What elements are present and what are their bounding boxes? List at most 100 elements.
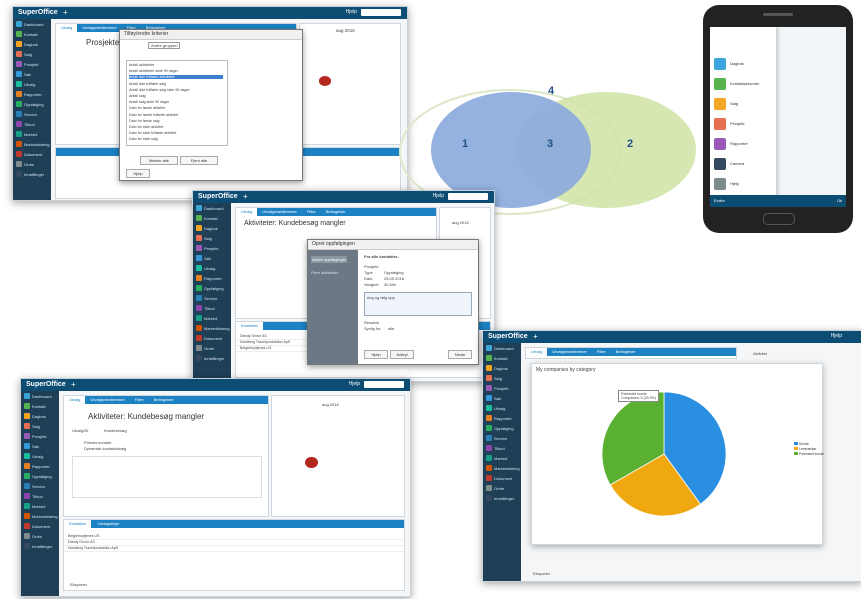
sidebar-item[interactable]: Dagbok xyxy=(15,40,49,49)
criteria-item[interactable]: Antall aktiviteter siste 90 dager xyxy=(129,69,178,73)
criteria-item[interactable]: Antall salg xyxy=(129,94,146,98)
sidebar-item[interactable]: Ordre xyxy=(195,344,229,353)
calendar-day[interactable] xyxy=(344,76,357,86)
sidebar-item[interactable]: Tilbud xyxy=(15,120,49,129)
help-button[interactable]: Hjelp xyxy=(126,169,150,178)
sidebar-item[interactable]: Salg xyxy=(485,374,519,383)
sidebar-item[interactable]: Rapporter xyxy=(195,274,229,283)
sidebar-item[interactable]: Oppfølging xyxy=(485,424,519,433)
calendar-day[interactable] xyxy=(305,445,318,457)
tab[interactable]: Betingelser xyxy=(321,208,351,216)
sidebar-item[interactable]: Utvalg xyxy=(485,404,519,413)
search-input[interactable] xyxy=(448,193,488,200)
calendar-day[interactable] xyxy=(306,86,319,96)
sidebar-item[interactable]: Ordre xyxy=(23,532,57,541)
calendar-day[interactable] xyxy=(318,445,331,457)
sidebar-item[interactable]: Service xyxy=(23,482,57,491)
calendar-day[interactable] xyxy=(306,66,319,76)
help-link[interactable]: Hjelp xyxy=(346,9,357,15)
calendar-day[interactable] xyxy=(371,445,384,457)
sidebar-item[interactable]: Søk xyxy=(23,442,57,451)
calendar-day[interactable] xyxy=(292,433,305,445)
calendar-day[interactable] xyxy=(449,228,456,236)
sidebar-item[interactable]: Service xyxy=(15,110,49,119)
search-input[interactable] xyxy=(364,381,404,388)
calendar-day[interactable] xyxy=(318,422,331,434)
calendar-day[interactable] xyxy=(369,46,382,56)
calendar-day[interactable] xyxy=(331,76,344,86)
tab[interactable]: Utvalg xyxy=(526,348,548,356)
table-row[interactable]: Nordberg Travelproduktion ApS xyxy=(64,546,404,552)
calendar-day[interactable] xyxy=(371,468,384,480)
tab[interactable]: Utvalg xyxy=(236,208,258,216)
sidebar-item[interactable]: Dashboard xyxy=(15,20,49,29)
sidebar-item[interactable]: Kontakt xyxy=(485,354,519,363)
tab[interactable]: Betingelser xyxy=(611,348,641,356)
sidebar-item[interactable]: Innstillinger xyxy=(485,494,519,503)
sidebar-item[interactable]: Markedsføring xyxy=(485,464,520,473)
calendar-day[interactable] xyxy=(371,433,384,445)
sidebar-item[interactable]: Tilbud xyxy=(195,304,229,313)
calendar-day[interactable] xyxy=(369,56,382,66)
sidebar-item[interactable]: Dokument xyxy=(23,522,57,531)
sidebar-item[interactable]: Innstillinger xyxy=(195,354,229,363)
sidebar-item[interactable]: Dokument xyxy=(15,150,49,159)
calendar-day[interactable] xyxy=(356,76,369,86)
sidebar-item[interactable]: Salg xyxy=(195,234,229,243)
sidebar-item[interactable]: Dashboard xyxy=(23,392,57,401)
select-all-button[interactable]: Marker alle xyxy=(140,156,178,165)
calendar-day[interactable] xyxy=(481,236,488,244)
field-date-value[interactable]: 25.05.2016 xyxy=(384,276,404,281)
sidebar-item[interactable]: Dashboard xyxy=(195,204,229,213)
field-type-value[interactable]: Oppfølging xyxy=(384,270,404,275)
calendar-day[interactable] xyxy=(331,36,344,46)
help-link[interactable]: Hjelp xyxy=(349,381,360,387)
help-link[interactable]: Hjelp xyxy=(433,193,444,199)
calendar-day[interactable] xyxy=(306,36,319,46)
sidebar-item[interactable]: Dagbok xyxy=(195,224,229,233)
calendar-day[interactable] xyxy=(381,46,394,56)
sidebar-item[interactable]: Oppfølging xyxy=(195,284,229,293)
criteria-item[interactable]: Antall aktiviteter xyxy=(129,63,154,67)
next-button[interactable]: Neste xyxy=(448,350,472,359)
calendar-day[interactable] xyxy=(381,86,394,96)
tab[interactable]: Utvalgsmedlemmer xyxy=(77,24,121,32)
phone-menu-item[interactable]: Dagbok xyxy=(714,57,774,71)
clear-all-button[interactable]: Fjern alle xyxy=(180,156,218,165)
calendar-day[interactable] xyxy=(344,66,357,76)
search-input[interactable] xyxy=(361,9,401,16)
calendar-day[interactable] xyxy=(305,468,318,480)
sidebar-item[interactable]: Marked xyxy=(195,314,229,323)
sidebar-item[interactable]: Kontakt xyxy=(15,30,49,39)
calendar-day[interactable] xyxy=(475,228,482,236)
calendar-day[interactable] xyxy=(371,457,384,469)
calendar-day[interactable] xyxy=(319,56,332,66)
sidebar-item[interactable]: Søk xyxy=(485,394,519,403)
calendar-day[interactable] xyxy=(356,66,369,76)
export-link[interactable]: Eksporter xyxy=(70,582,87,587)
calendar-day[interactable] xyxy=(318,410,331,422)
tab[interactable]: Utvalg xyxy=(64,396,86,404)
tab-lines[interactable]: Utvalgslinjer xyxy=(93,520,125,528)
sidebar-item[interactable]: Utvalg xyxy=(23,452,57,461)
calendar-day[interactable] xyxy=(331,457,344,469)
calendar-day[interactable] xyxy=(292,468,305,480)
description-box[interactable] xyxy=(72,456,262,498)
sidebar-item[interactable]: Utvalg xyxy=(195,264,229,273)
calendar-day[interactable] xyxy=(292,410,305,422)
sidebar-item[interactable]: Dokument xyxy=(485,474,519,483)
calendar-day[interactable] xyxy=(481,228,488,236)
sidebar-item[interactable]: Rapporter xyxy=(15,90,49,99)
tab[interactable]: Filtre xyxy=(592,348,611,356)
calendar-day[interactable] xyxy=(381,36,394,46)
sidebar-item[interactable]: Prosjekt xyxy=(195,244,229,253)
calendar-day[interactable] xyxy=(331,422,344,434)
calendar-day[interactable] xyxy=(331,410,344,422)
sidebar-item[interactable]: Dagbok xyxy=(485,364,519,373)
criteria-item[interactable]: Dato for siste salg xyxy=(129,137,158,141)
sidebar-item[interactable]: Marked xyxy=(485,454,519,463)
calendar-day[interactable] xyxy=(319,86,332,96)
calendar-day[interactable] xyxy=(358,445,371,457)
export-link[interactable]: Eksporter xyxy=(533,571,550,576)
criteria-item[interactable]: Dato for første aktivitet xyxy=(129,106,165,110)
